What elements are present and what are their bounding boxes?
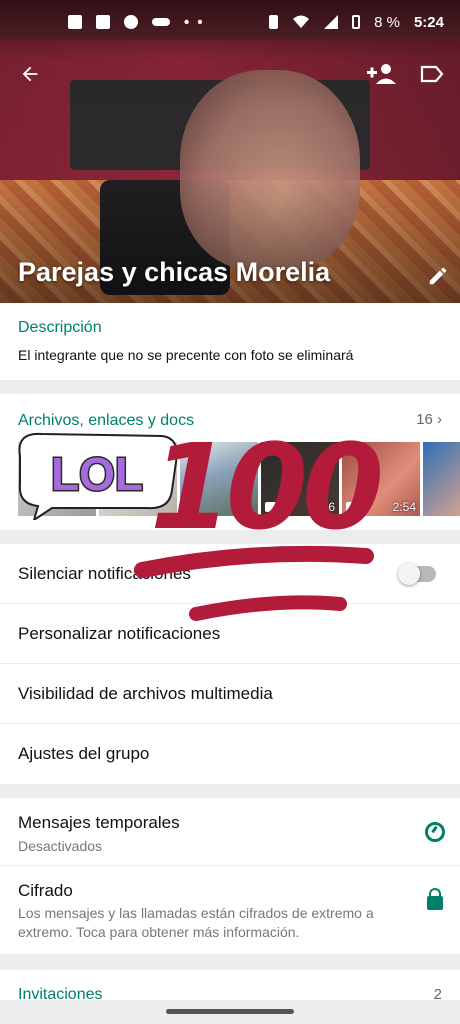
group-settings-label: Ajustes del grupo bbox=[18, 744, 150, 763]
description-text: El integrante que no se precente con fot… bbox=[18, 347, 354, 363]
gesture-nav-bar bbox=[0, 1000, 460, 1024]
messenger-icon bbox=[124, 15, 138, 29]
signal-icon bbox=[324, 15, 339, 29]
hundred-sticker-text: 100 bbox=[150, 418, 380, 556]
group-settings-row[interactable]: Ajustes del grupo bbox=[0, 724, 460, 784]
security-section: Mensajes temporales Desactivados Cifrado… bbox=[0, 798, 460, 954]
disappearing-messages-title: Mensajes temporales bbox=[18, 813, 180, 832]
news-icon bbox=[96, 15, 110, 29]
media-count[interactable]: 16 › bbox=[416, 411, 442, 428]
back-button[interactable] bbox=[10, 54, 50, 94]
battery-level: 8 % bbox=[374, 13, 400, 31]
battery-icon bbox=[352, 15, 361, 29]
clock: 5:24 bbox=[413, 13, 444, 31]
media-count-value: 16 bbox=[416, 411, 433, 428]
media-visibility-label: Visibilidad de archivos multimedia bbox=[18, 684, 273, 703]
hundred-underline-top bbox=[134, 545, 374, 578]
encryption-description: Los mensajes y las llamadas están cifrad… bbox=[18, 905, 374, 940]
edit-name-button[interactable] bbox=[418, 256, 458, 296]
encryption-row[interactable]: Cifrado Los mensajes y las llamadas está… bbox=[0, 866, 460, 954]
media-visibility-row[interactable]: Visibilidad de archivos multimedia bbox=[0, 664, 460, 724]
description-section[interactable]: Descripción El integrante que no se prec… bbox=[0, 303, 460, 380]
label-icon bbox=[420, 65, 444, 83]
description-heading: Descripción bbox=[18, 319, 102, 336]
lock-icon bbox=[427, 888, 443, 910]
video-duration: 2:54 bbox=[392, 500, 416, 514]
mute-toggle[interactable] bbox=[398, 563, 436, 585]
home-handle[interactable] bbox=[166, 1009, 294, 1014]
group-info-screen: • • 8 % 5:24 Parejas y chicas Morelia De… bbox=[0, 0, 460, 1024]
disappearing-messages-row[interactable]: Mensajes temporales Desactivados bbox=[0, 798, 460, 866]
vibrate-icon bbox=[269, 15, 279, 29]
back-arrow-icon bbox=[22, 66, 38, 82]
top-app-bar bbox=[0, 52, 460, 100]
lol-sticker-text: LOL bbox=[51, 448, 143, 500]
chevron-right-icon: › bbox=[437, 411, 442, 428]
status-right: 8 % 5:24 bbox=[269, 14, 444, 31]
toggle-knob bbox=[398, 563, 420, 585]
status-left: • • bbox=[68, 14, 205, 31]
more-notifications: • • bbox=[184, 13, 205, 31]
encryption-title: Cifrado bbox=[18, 881, 73, 900]
add-participant-icon bbox=[367, 64, 396, 84]
timer-icon bbox=[425, 822, 445, 842]
label-button[interactable] bbox=[412, 54, 452, 94]
voicemail-icon bbox=[152, 18, 170, 26]
hundred-underline-bottom bbox=[189, 595, 347, 621]
media-thumbnail[interactable] bbox=[423, 442, 460, 516]
add-participant-button[interactable] bbox=[362, 54, 402, 94]
wifi-icon bbox=[293, 15, 310, 28]
group-name: Parejas y chicas Morelia bbox=[18, 257, 331, 287]
pencil-icon bbox=[429, 267, 447, 285]
hundred-sticker: 100 bbox=[134, 418, 386, 621]
alert-icon bbox=[68, 15, 82, 29]
disappearing-messages-status: Desactivados bbox=[18, 838, 103, 854]
status-bar: • • 8 % 5:24 bbox=[0, 0, 460, 44]
